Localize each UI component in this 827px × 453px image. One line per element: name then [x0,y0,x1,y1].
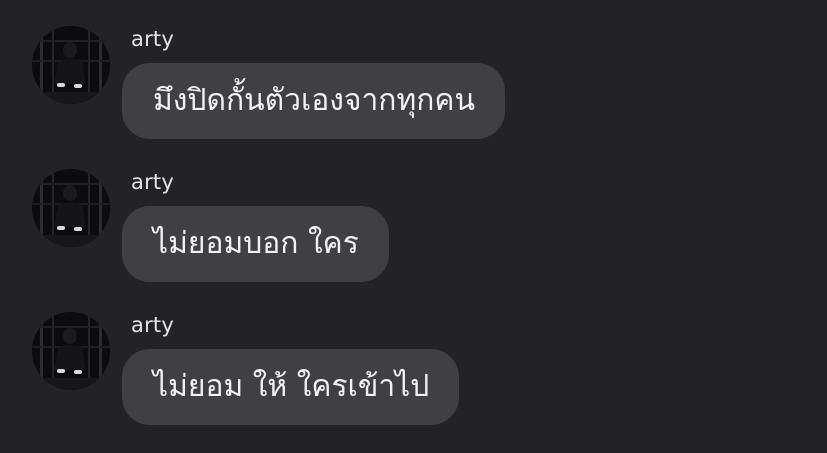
message-group: arty มึงปิดกั้นตัวเองจากทุกคน [0,0,827,139]
message-text: ไม่ยอมบอก ใคร [153,226,359,261]
chat-thread: arty มึงปิดกั้นตัวเองจากทุกคน arty ไม่ยอ… [0,0,827,453]
sender-avatar[interactable] [32,169,110,247]
sender-name: arty [131,27,174,51]
message-group: arty ไม่ยอมบอก ใคร [0,143,827,282]
profile-photo-icon [32,312,110,390]
profile-photo-icon [32,169,110,247]
sender-avatar[interactable] [32,312,110,390]
sender-avatar[interactable] [32,26,110,104]
sender-name: arty [131,313,174,337]
profile-photo-icon [32,26,110,104]
message-bubble[interactable]: ไม่ยอม ให้ ใครเข้าไป [122,349,460,425]
message-group: arty ไม่ยอม ให้ ใครเข้าไป [0,286,827,425]
message-bubble[interactable]: ไม่ยอมบอก ใคร [122,206,389,282]
sender-name: arty [131,170,174,194]
message-text: มึงปิดกั้นตัวเองจากทุกคน [153,83,475,118]
message-bubble[interactable]: มึงปิดกั้นตัวเองจากทุกคน [122,63,505,139]
message-text: ไม่ยอม ให้ ใครเข้าไป [153,369,430,404]
